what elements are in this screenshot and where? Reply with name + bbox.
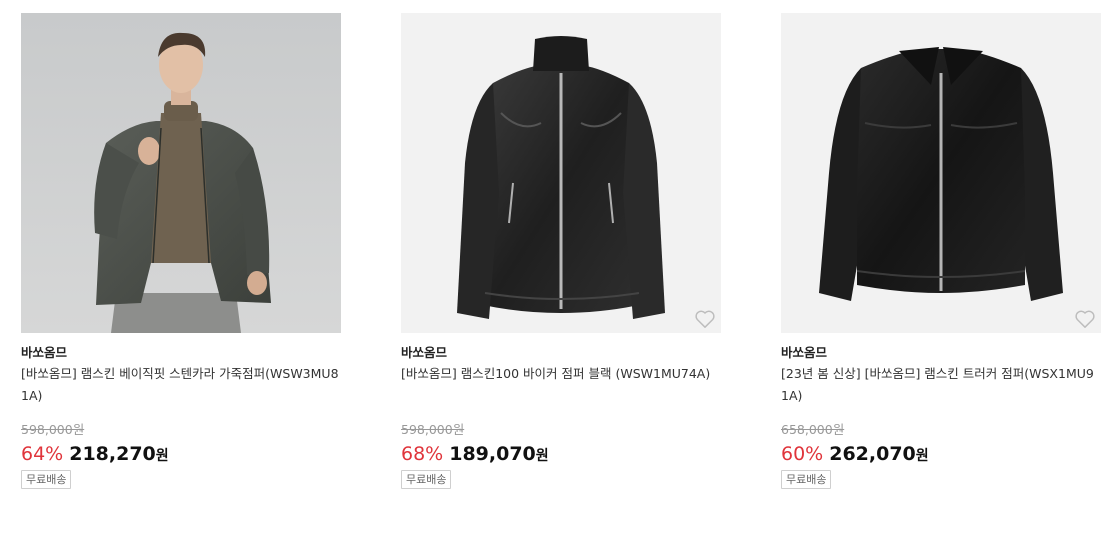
discount-rate: 64% [21, 443, 64, 465]
wishlist-heart-icon[interactable] [1074, 309, 1096, 329]
product-grid: 바쏘옴므 [바쏘옴므] 램스킨 베이직핏 스텐카라 가죽점퍼(WSW3MU81A… [0, 0, 1108, 534]
product-card[interactable]: 바쏘옴므 [바쏘옴므] 램스킨100 바이커 점퍼 블랙 (WSW1MU74A)… [401, 13, 721, 489]
sale-price: 218,270 [69, 443, 156, 465]
product-image[interactable] [781, 13, 1101, 333]
original-price: 598,000원 [21, 422, 85, 437]
product-card[interactable]: 바쏘옴므 [23년 봄 신상] [바쏘옴므] 램스킨 트러커 점퍼(WSX1MU… [781, 13, 1101, 489]
original-price: 598,000원 [401, 422, 465, 437]
currency-label: 원 [535, 448, 549, 464]
original-price: 658,000원 [781, 422, 845, 437]
sale-price: 189,070 [449, 443, 536, 465]
product-title[interactable]: [23년 봄 신상] [바쏘옴므] 램스킨 트러커 점퍼(WSX1MU91A) [781, 363, 1101, 407]
biker-jacket-photo-icon [401, 13, 721, 333]
wishlist-heart-icon[interactable] [694, 309, 716, 329]
product-image[interactable] [401, 13, 721, 333]
brand-name: 바쏘옴므 [21, 345, 68, 360]
product-title[interactable]: [바쏘옴므] 램스킨100 바이커 점퍼 블랙 (WSW1MU74A) [401, 363, 721, 407]
product-image[interactable] [21, 13, 341, 333]
discount-rate: 60% [781, 443, 824, 465]
price-row: 64% 218,270원 [21, 441, 341, 467]
product-card[interactable]: 바쏘옴므 [바쏘옴므] 램스킨 베이직핏 스텐카라 가죽점퍼(WSW3MU81A… [21, 13, 341, 489]
product-title[interactable]: [바쏘옴므] 램스킨 베이직핏 스텐카라 가죽점퍼(WSW3MU81A) [21, 363, 341, 407]
free-shipping-badge: 무료배송 [401, 470, 452, 489]
currency-label: 원 [915, 448, 929, 464]
free-shipping-badge: 무료배송 [781, 470, 832, 489]
price-row: 60% 262,070원 [781, 441, 1101, 467]
brand-name: 바쏘옴므 [781, 345, 828, 360]
model-jacket-photo-icon [21, 13, 341, 333]
trucker-jacket-photo-icon [781, 13, 1101, 333]
brand-name: 바쏘옴므 [401, 345, 448, 360]
free-shipping-badge: 무료배송 [21, 470, 72, 489]
sale-price: 262,070 [829, 443, 916, 465]
price-row: 68% 189,070원 [401, 441, 721, 467]
discount-rate: 68% [401, 443, 444, 465]
currency-label: 원 [155, 448, 169, 464]
